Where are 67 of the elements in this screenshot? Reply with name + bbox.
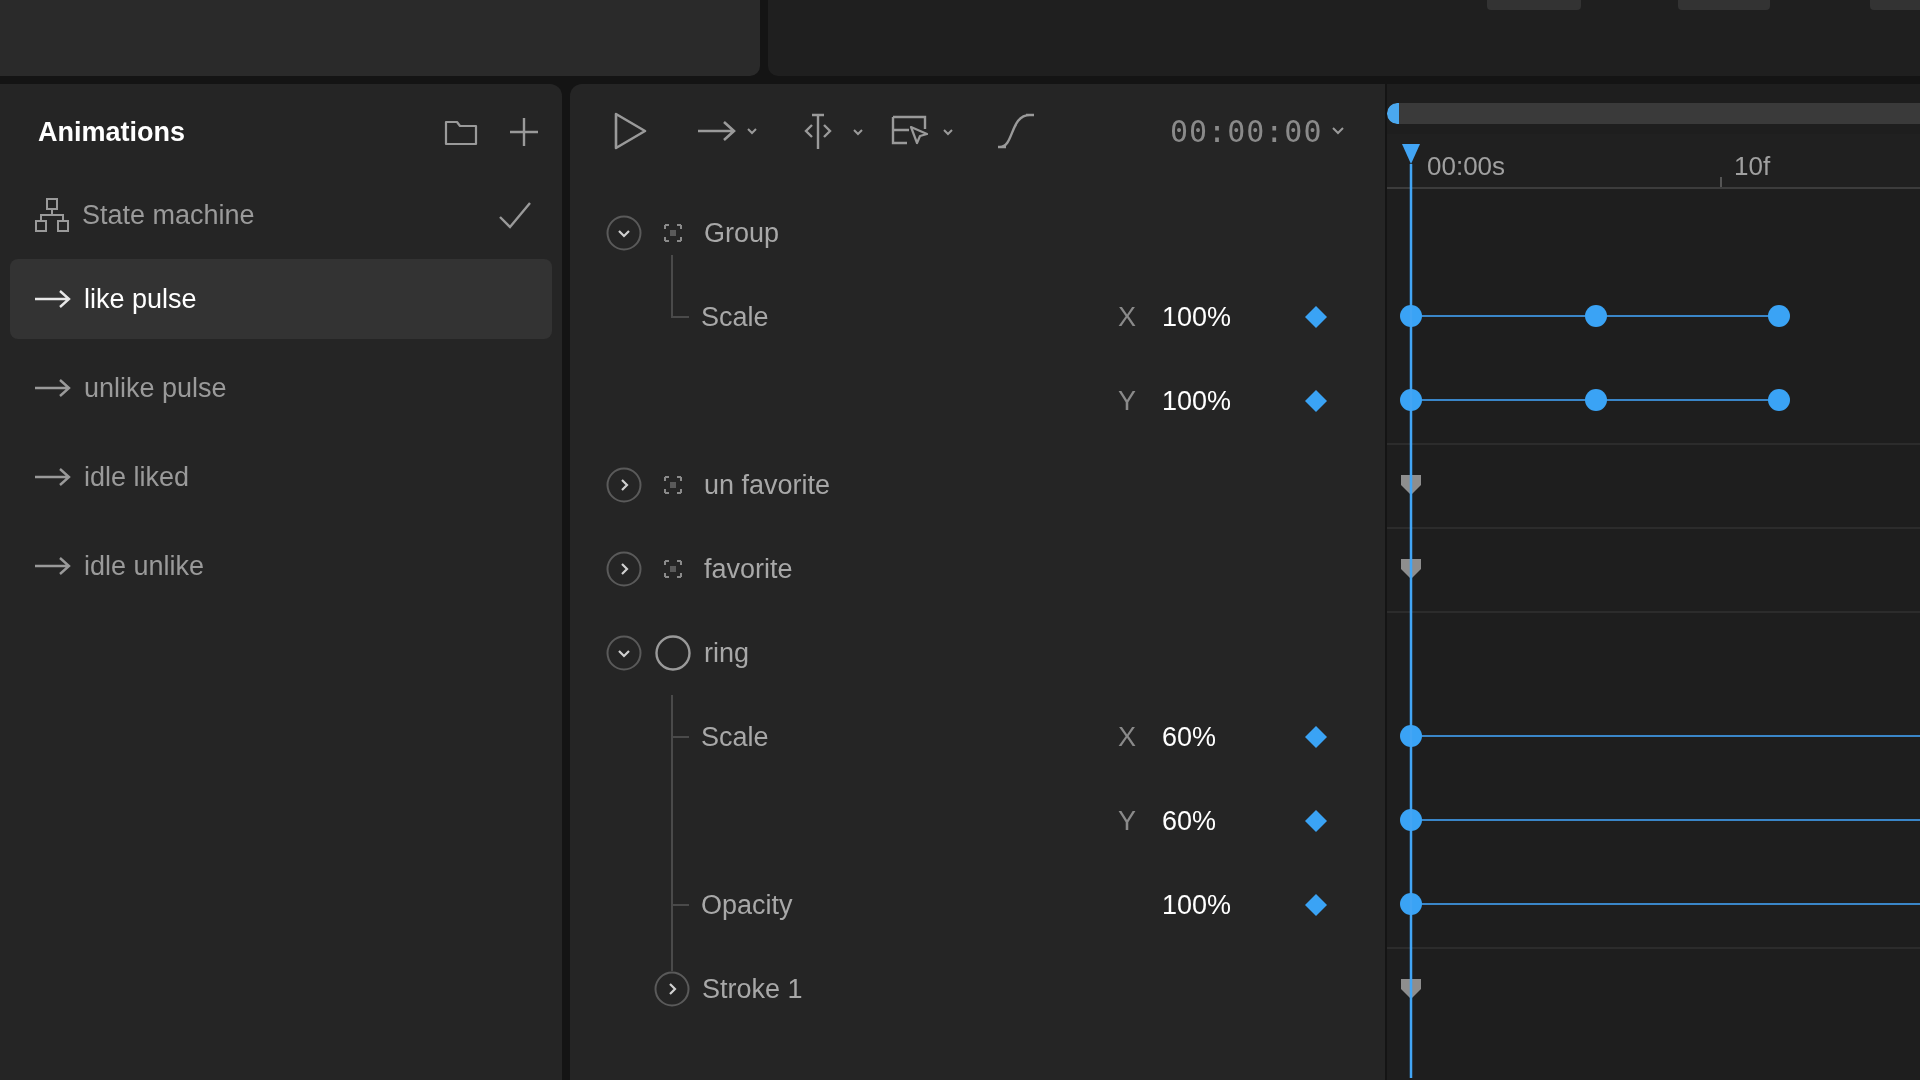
keyframe[interactable]	[1400, 305, 1422, 327]
play-icon[interactable]	[612, 111, 648, 151]
layer-name: ring	[704, 636, 750, 670]
animation-item[interactable]: idle liked	[10, 437, 552, 517]
animation-item[interactable]: idle unlike	[10, 526, 552, 606]
keyframe[interactable]	[1768, 305, 1790, 327]
split-dropdown-icon[interactable]	[802, 111, 866, 151]
property-name: Scale	[701, 720, 770, 754]
keyframe-diamond-icon[interactable]	[1305, 726, 1327, 748]
animation-item[interactable]: State machine	[10, 180, 552, 250]
keyframe[interactable]	[1400, 893, 1422, 915]
timeline-scrollbar[interactable]	[1387, 103, 1920, 124]
property-value[interactable]: 100%	[1162, 296, 1305, 338]
group-icon	[664, 224, 682, 242]
collapse-toggle[interactable]	[606, 215, 642, 251]
keyframe[interactable]	[1768, 389, 1790, 411]
axis-label: Y	[1118, 804, 1137, 838]
animation-name: like pulse	[84, 282, 198, 316]
keyframe-diamond-icon[interactable]	[1305, 810, 1327, 832]
property-name: Scale	[701, 300, 770, 334]
layer-name: Group	[704, 216, 780, 250]
time-label: 00:00s	[1427, 150, 1506, 183]
group-icon	[664, 476, 682, 494]
time-label: 10f	[1734, 150, 1771, 183]
folder-icon[interactable]	[444, 118, 478, 146]
keyframe-diamond-icon[interactable]	[1305, 306, 1327, 328]
animation-name: State machine	[82, 198, 256, 232]
axis-label: X	[1118, 720, 1137, 754]
layer-name: favorite	[704, 552, 793, 586]
easing-curve-icon[interactable]	[996, 111, 1036, 151]
property-name: Opacity	[701, 888, 794, 922]
keyframe[interactable]	[1585, 305, 1607, 327]
timecode-display[interactable]: 00:00:00	[1170, 108, 1323, 154]
property-value[interactable]: 100%	[1162, 380, 1305, 422]
collapse-toggle[interactable]	[606, 635, 642, 671]
animation-item[interactable]: unlike pulse	[10, 348, 552, 428]
axis-label: Y	[1118, 384, 1137, 418]
expand-toggle[interactable]	[654, 971, 690, 1007]
animation-name: idle unlike	[84, 549, 206, 583]
check-icon	[498, 200, 532, 230]
animation-item[interactable]: like pulse	[10, 259, 552, 339]
collapsed-keys-marker	[1401, 475, 1421, 495]
keyframe-diamond-icon[interactable]	[1305, 390, 1327, 412]
expand-toggle[interactable]	[606, 467, 642, 503]
keyframe[interactable]	[1400, 725, 1422, 747]
keyframe-diamond-icon[interactable]	[1305, 894, 1327, 916]
property-value[interactable]: 100%	[1162, 884, 1305, 926]
property-value[interactable]: 60%	[1162, 800, 1305, 842]
caret-icon[interactable]	[1330, 126, 1345, 136]
collapsed-keys-marker	[1401, 559, 1421, 579]
animation-name: idle liked	[84, 460, 191, 494]
panel-title: Animations	[38, 115, 186, 149]
expand-toggle[interactable]	[606, 551, 642, 587]
state-machine-icon	[34, 197, 70, 233]
collapsed-keys-marker	[1401, 979, 1421, 999]
axis-label: X	[1118, 300, 1137, 334]
property-value[interactable]: 60%	[1162, 716, 1305, 758]
keyframe[interactable]	[1585, 389, 1607, 411]
plus-icon[interactable]	[508, 116, 540, 148]
keyframe[interactable]	[1400, 809, 1422, 831]
layer-name: un favorite	[704, 468, 831, 502]
animation-name: unlike pulse	[84, 371, 228, 405]
playhead[interactable]	[1401, 144, 1421, 1078]
ellipse-icon	[655, 635, 691, 671]
group-icon	[664, 560, 682, 578]
keyframe[interactable]	[1400, 389, 1422, 411]
layer-name: Stroke 1	[702, 972, 803, 1006]
